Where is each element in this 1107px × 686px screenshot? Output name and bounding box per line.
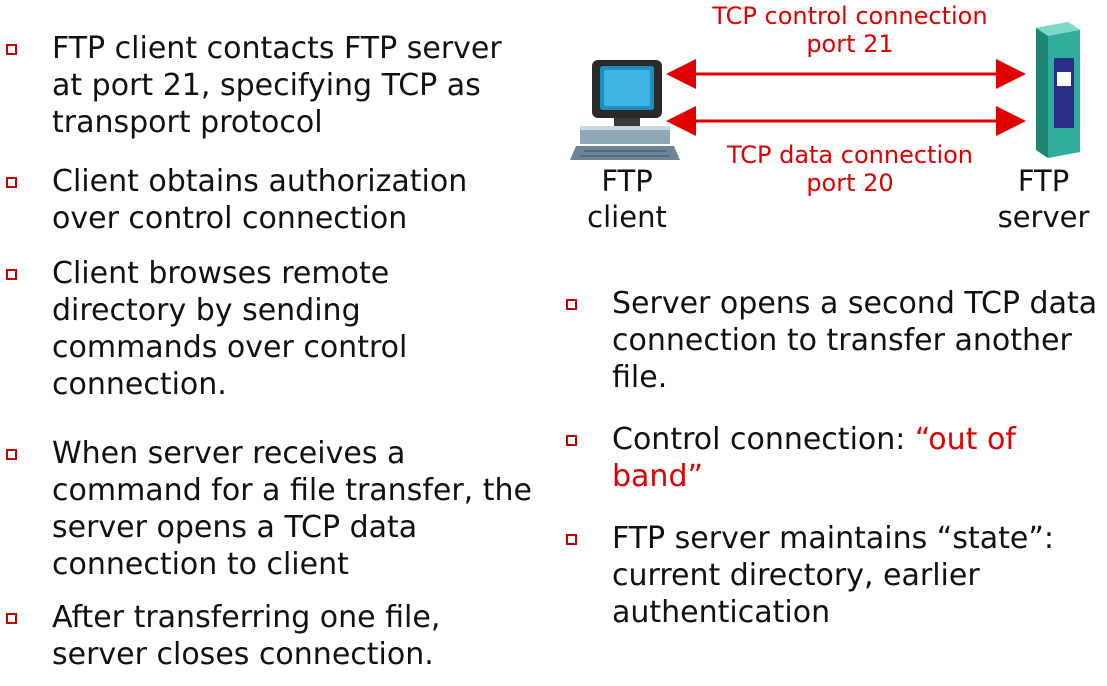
bullet-item: FTP client contacts FTP server at port 2… xyxy=(0,30,540,141)
bullet-text: When server receives a command for a fil… xyxy=(52,436,532,582)
square-bullet-icon xyxy=(6,177,17,188)
ftp-connection-diagram: TCP control connection port 21 TCP data … xyxy=(560,0,1107,280)
bullet-text: Client obtains authorization over contro… xyxy=(52,164,468,236)
square-bullet-icon xyxy=(6,269,17,280)
bullet-item: Client browses remote directory by sendi… xyxy=(0,255,492,403)
square-bullet-icon xyxy=(566,534,577,545)
square-bullet-icon xyxy=(566,435,577,446)
bullet-item: After transferring one file, server clos… xyxy=(0,599,540,673)
square-bullet-icon xyxy=(6,44,17,55)
bullet-item: FTP server maintains “state”: current di… xyxy=(560,520,1107,631)
bullet-text: After transferring one file, server clos… xyxy=(52,600,441,672)
bullet-item: Server opens a second TCP data connectio… xyxy=(560,285,1107,396)
bullet-item: Client obtains authorization over contro… xyxy=(0,163,540,237)
server-label: FTP server xyxy=(997,164,1090,234)
bullet-item: Control connection: “out of band” xyxy=(560,421,1107,495)
square-bullet-icon xyxy=(6,613,17,624)
bullet-text: Server opens a second TCP data connectio… xyxy=(612,286,1098,395)
square-bullet-icon xyxy=(6,449,17,460)
bullet-text: FTP server maintains “state”: current di… xyxy=(612,521,1054,630)
client-label: FTP client xyxy=(587,164,667,234)
control-connection-label: TCP control connection port 21 xyxy=(712,2,988,58)
bullet-item: When server receives a command for a fil… xyxy=(0,435,540,583)
bullet-text: FTP client contacts FTP server at port 2… xyxy=(52,31,502,140)
data-connection-label: TCP data connection port 20 xyxy=(726,141,974,197)
square-bullet-icon xyxy=(566,299,577,310)
bullet-text: Client browses remote directory by sendi… xyxy=(52,256,408,402)
bullet-text: Control connection: xyxy=(612,422,915,457)
